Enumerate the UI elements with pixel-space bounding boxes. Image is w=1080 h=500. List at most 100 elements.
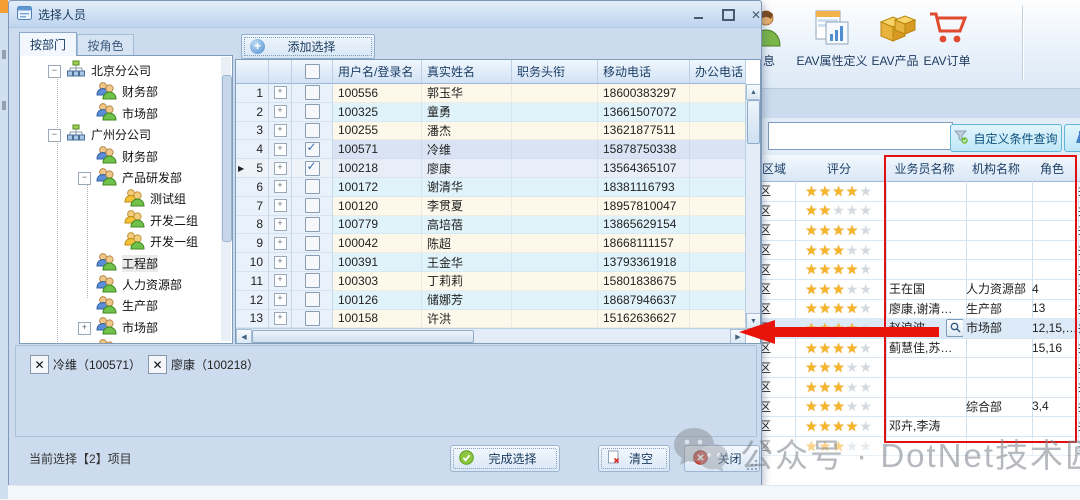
grid-cell[interactable] — [690, 159, 746, 178]
row-expand-icon[interactable]: + — [274, 124, 287, 137]
bg-table-cell[interactable]: ★★★★★ — [792, 436, 887, 457]
grid-cell[interactable]: 12 — [236, 291, 269, 310]
grid-cell[interactable] — [690, 178, 746, 197]
tree-item-人力资源部[interactable]: 人力资源部 — [96, 274, 182, 295]
grid-cell[interactable]: 13 — [236, 310, 269, 329]
grid-cell[interactable]: 谢清华 — [422, 178, 512, 197]
bg-table-cell[interactable]: 12,15,… — [1029, 318, 1079, 339]
row-checkbox[interactable] — [305, 198, 320, 213]
grid-cell[interactable] — [690, 272, 746, 291]
tree-item-财务部[interactable]: 财务部 — [96, 146, 158, 167]
grid-cell[interactable]: 13793361918 — [598, 253, 690, 272]
bg-table-cell[interactable]: 共 — [1075, 240, 1080, 261]
bg-table-cell[interactable]: ★★★★★ — [792, 299, 887, 320]
row-expand-icon[interactable]: + — [274, 143, 287, 156]
bg-table-cell[interactable]: 区 — [756, 416, 796, 437]
grid-cell[interactable]: + — [269, 122, 292, 141]
bg-table-cell[interactable] — [886, 240, 967, 261]
bg-table-cell[interactable] — [963, 416, 1033, 437]
bg-table-cell[interactable] — [886, 436, 967, 457]
grid-cell[interactable] — [292, 272, 333, 291]
row-checkbox[interactable] — [305, 273, 320, 288]
bg-table-cell[interactable] — [963, 338, 1033, 359]
grid-cell[interactable]: 100172 — [333, 178, 422, 197]
row-expand-icon[interactable]: + — [274, 293, 287, 306]
bg-table-cell[interactable]: 15,16 — [1029, 338, 1079, 359]
bg-table-cell[interactable]: 区 — [756, 220, 796, 241]
grid-cell[interactable] — [512, 272, 598, 291]
tree-item-开发一组[interactable]: 开发一组 — [124, 231, 198, 252]
grid-header-6[interactable]: 移动电话 — [598, 60, 690, 84]
grid-cell[interactable]: + — [269, 103, 292, 122]
bg-table-cell[interactable]: ★★★★★ — [792, 318, 887, 339]
grid-cell[interactable]: 6 — [236, 178, 269, 197]
scroll-right-arrow[interactable]: ▶ — [730, 329, 746, 344]
bg-table-cell[interactable]: 共 — [1075, 201, 1080, 222]
bg-table-cell[interactable] — [1029, 259, 1079, 280]
bg-table-cell[interactable]: 区 — [756, 397, 796, 418]
row-checkbox[interactable] — [305, 104, 320, 119]
finish-button[interactable]: 完成选择 — [450, 445, 560, 472]
grid-cell[interactable]: 18381116793 — [598, 178, 690, 197]
tab-by-department[interactable]: 按部门 — [19, 32, 77, 56]
grid-cell[interactable]: + — [269, 84, 292, 103]
grid-cell[interactable] — [292, 310, 333, 329]
grid-cell[interactable] — [512, 103, 598, 122]
tree-item-市场部[interactable]: 市场部 — [96, 317, 158, 338]
grid-hscroll-thumb[interactable] — [252, 330, 474, 343]
close-button[interactable]: ✕ — [745, 7, 767, 23]
grid-cell[interactable] — [292, 253, 333, 272]
tab-by-role[interactable]: 按角色 — [77, 34, 134, 56]
grid-header-0[interactable] — [236, 60, 269, 84]
scroll-down-arrow[interactable]: ▼ — [746, 313, 761, 329]
grid-cell[interactable]: ▶5 — [236, 159, 269, 178]
bg-table-cell[interactable]: 区 — [756, 259, 796, 280]
grid-cell[interactable]: 11 — [236, 272, 269, 291]
bg-table-cell[interactable]: 市场部 — [963, 318, 1033, 339]
bg-table-cell[interactable] — [963, 259, 1033, 280]
grid-cell[interactable] — [512, 159, 598, 178]
tree-item-工程部[interactable]: 工程部 — [96, 253, 158, 274]
row-expand-icon[interactable]: + — [274, 199, 287, 212]
grid-cell[interactable]: 9 — [236, 234, 269, 253]
grid-cell[interactable]: 100556 — [333, 84, 422, 103]
bg-table-cell[interactable]: ★★★★★ — [792, 357, 887, 378]
grid-cell[interactable] — [292, 122, 333, 141]
bg-table-cell[interactable] — [963, 201, 1033, 222]
bg-table-cell[interactable]: 区 — [756, 318, 796, 339]
grid-cell[interactable]: 陈超 — [422, 234, 512, 253]
row-checkbox[interactable] — [305, 179, 320, 194]
resize-grip[interactable] — [746, 459, 758, 471]
bg-table-cell[interactable]: 蓟慧佳,苏… — [886, 338, 967, 359]
grid-cell[interactable] — [690, 84, 746, 103]
grid-cell[interactable]: 100325 — [333, 103, 422, 122]
grid-cell[interactable]: 丁莉莉 — [422, 272, 512, 291]
grid-cell[interactable]: 许洪 — [422, 310, 512, 329]
bg-table-header-3[interactable]: 机构名称 — [963, 155, 1030, 182]
grid-cell[interactable]: + — [269, 159, 292, 178]
bg-table-cell[interactable] — [1029, 377, 1079, 398]
row-expand-icon[interactable]: + — [274, 105, 287, 118]
custom-query-button[interactable]: 自定义条件查询 — [950, 124, 1062, 152]
grid-cell[interactable] — [512, 234, 598, 253]
grid-cell[interactable] — [292, 291, 333, 310]
grid-cell[interactable]: 郭玉华 — [422, 84, 512, 103]
bg-table-cell[interactable]: ★★★★★ — [792, 377, 887, 398]
grid-cell[interactable]: 18668111157 — [598, 234, 690, 253]
bg-table-cell[interactable]: 共 — [1075, 416, 1080, 437]
row-checkbox[interactable] — [305, 217, 320, 232]
bg-table-cell[interactable] — [963, 220, 1033, 241]
grid-cell[interactable] — [512, 253, 598, 272]
grid-cell[interactable] — [512, 310, 598, 329]
maximize-button[interactable] — [717, 7, 739, 23]
grid-cell[interactable]: 7 — [236, 197, 269, 216]
chip-remove-button[interactable]: ✕ — [30, 355, 49, 374]
grid-cell[interactable] — [292, 197, 333, 216]
grid-cell[interactable]: 廖康 — [422, 159, 512, 178]
row-checkbox[interactable] — [305, 255, 320, 270]
grid-cell[interactable] — [512, 291, 598, 310]
bg-table-cell[interactable]: ★★★★★ — [792, 259, 887, 280]
grid-cell[interactable]: + — [269, 253, 292, 272]
bg-table-cell[interactable] — [886, 201, 967, 222]
row-checkbox[interactable] — [305, 236, 320, 251]
